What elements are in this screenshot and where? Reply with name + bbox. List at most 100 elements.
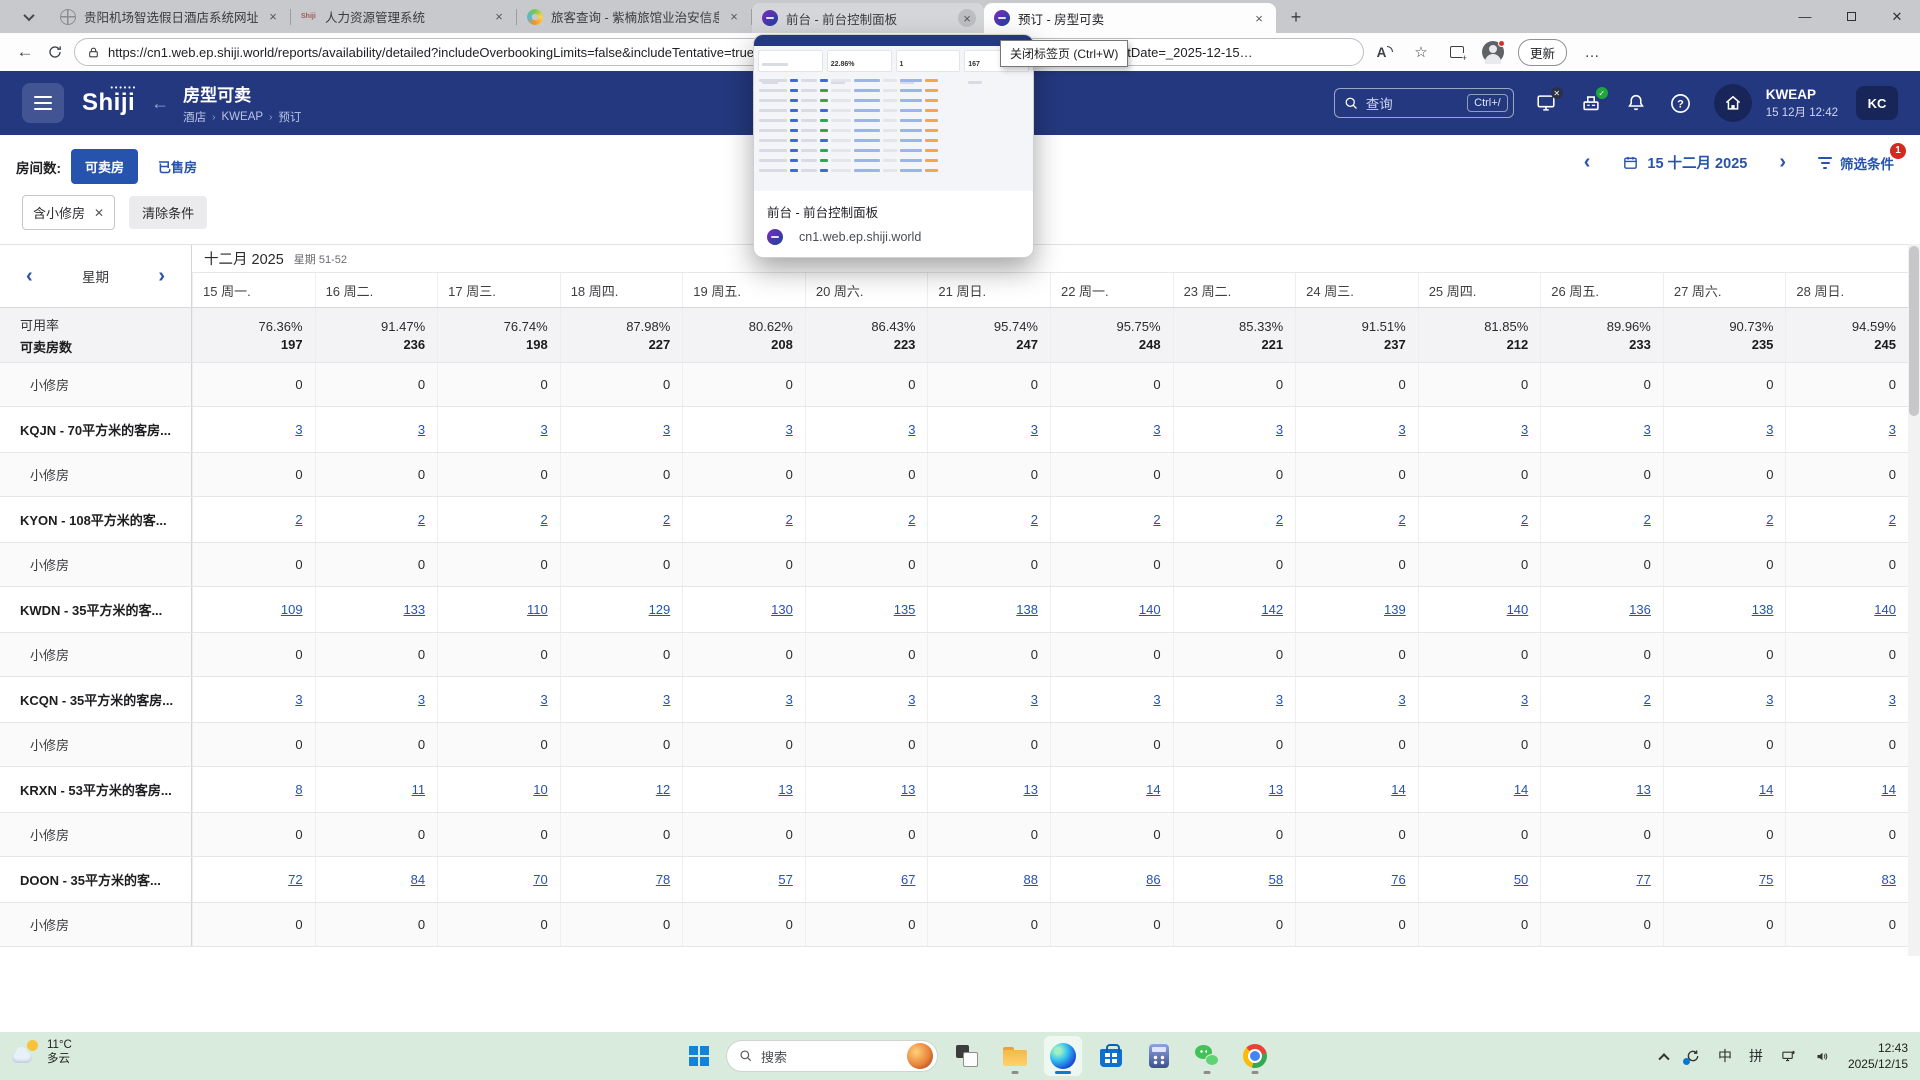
room-availability-link[interactable]: 135 [894, 602, 916, 617]
file-explorer-button[interactable] [996, 1036, 1034, 1076]
breadcrumb-hotel[interactable]: 酒店 [183, 109, 206, 125]
room-availability-link[interactable]: 3 [908, 422, 915, 437]
room-availability-link[interactable]: 13 [1024, 782, 1038, 797]
room-availability-link[interactable]: 140 [1139, 602, 1161, 617]
room-availability-link[interactable]: 13 [778, 782, 792, 797]
room-availability-link[interactable]: 57 [778, 872, 792, 887]
close-window-button[interactable]: ✕ [1874, 0, 1920, 33]
room-availability-link[interactable]: 13 [1269, 782, 1283, 797]
room-availability-link[interactable]: 14 [1882, 782, 1896, 797]
tab-close-icon[interactable]: × [490, 8, 508, 26]
room-availability-link[interactable]: 3 [295, 422, 302, 437]
room-availability-link[interactable]: 2 [908, 512, 915, 527]
room-availability-link[interactable]: 11 [412, 782, 426, 797]
room-availability-link[interactable]: 3 [1398, 422, 1405, 437]
room-availability-link[interactable]: 3 [1889, 422, 1896, 437]
room-availability-link[interactable]: 3 [1031, 422, 1038, 437]
room-availability-link[interactable]: 3 [1153, 692, 1160, 707]
new-tab-button[interactable]: + [1282, 3, 1310, 31]
room-availability-link[interactable]: 2 [540, 512, 547, 527]
room-availability-link[interactable]: 140 [1507, 602, 1529, 617]
room-availability-link[interactable]: 3 [418, 422, 425, 437]
sync-status-icon[interactable] [1685, 1048, 1701, 1064]
room-availability-link[interactable]: 3 [1276, 422, 1283, 437]
room-availability-link[interactable]: 2 [1766, 512, 1773, 527]
room-availability-link[interactable]: 109 [281, 602, 303, 617]
maximize-button[interactable] [1828, 0, 1874, 33]
room-availability-link[interactable]: 2 [1644, 692, 1651, 707]
room-availability-link[interactable]: 58 [1269, 872, 1283, 887]
room-availability-link[interactable]: 3 [1766, 692, 1773, 707]
room-availability-link[interactable]: 88 [1024, 872, 1038, 887]
sold-rooms-toggle[interactable]: 已售房 [158, 157, 197, 176]
more-menu-icon[interactable]: … [1581, 41, 1603, 63]
network-icon[interactable] [1780, 1049, 1797, 1064]
browser-update-button[interactable]: 更新 [1518, 39, 1567, 66]
room-availability-link[interactable]: 8 [295, 782, 302, 797]
weather-widget[interactable]: 11°C 多云 [12, 1038, 72, 1067]
room-availability-link[interactable]: 3 [1031, 692, 1038, 707]
room-availability-link[interactable]: 3 [540, 692, 547, 707]
refresh-button[interactable] [40, 37, 70, 67]
room-availability-link[interactable]: 2 [786, 512, 793, 527]
room-availability-link[interactable]: 3 [663, 692, 670, 707]
room-availability-link[interactable]: 110 [527, 602, 548, 617]
room-availability-link[interactable]: 140 [1874, 602, 1896, 617]
room-availability-link[interactable]: 3 [295, 692, 302, 707]
favorite-star-icon[interactable]: ☆ [1410, 41, 1432, 63]
search-highlight-doodle[interactable] [907, 1043, 933, 1069]
room-availability-link[interactable]: 2 [1889, 512, 1896, 527]
user-avatar[interactable]: KC [1856, 86, 1898, 120]
clear-filters-button[interactable]: 清除条件 [129, 196, 207, 229]
remove-chip-icon[interactable]: ✕ [94, 206, 104, 220]
room-availability-link[interactable]: 86 [1146, 872, 1160, 887]
browser-tab[interactable]: Shiji人力资源管理系统× [291, 0, 516, 33]
room-availability-link[interactable]: 76 [1391, 872, 1405, 887]
room-availability-link[interactable]: 138 [1752, 602, 1774, 617]
ime-language-indicator[interactable]: 中 [1718, 1046, 1732, 1066]
room-availability-link[interactable]: 2 [663, 512, 670, 527]
minimize-button[interactable]: — [1782, 0, 1828, 33]
room-availability-link[interactable]: 3 [1276, 692, 1283, 707]
home-button[interactable] [1714, 84, 1752, 122]
vertical-scrollbar[interactable] [1908, 244, 1920, 956]
previous-day-button[interactable]: ‹ [1578, 151, 1597, 174]
room-availability-link[interactable]: 136 [1629, 602, 1651, 617]
room-availability-link[interactable]: 14 [1391, 782, 1405, 797]
task-view-button[interactable] [948, 1036, 986, 1076]
edge-browser-button[interactable] [1044, 1036, 1082, 1076]
room-availability-link[interactable]: 133 [403, 602, 425, 617]
room-availability-link[interactable]: 78 [656, 872, 670, 887]
microsoft-store-button[interactable] [1092, 1036, 1130, 1076]
back-button[interactable]: ← [10, 37, 40, 67]
room-availability-link[interactable]: 3 [418, 692, 425, 707]
back-navigation-icon[interactable]: ← [151, 93, 169, 114]
room-availability-link[interactable]: 3 [1153, 422, 1160, 437]
room-availability-link[interactable]: 3 [908, 692, 915, 707]
tab-close-icon[interactable]: × [958, 9, 976, 27]
room-availability-link[interactable]: 3 [786, 422, 793, 437]
room-availability-link[interactable]: 3 [540, 422, 547, 437]
tab-close-icon[interactable]: × [725, 8, 743, 26]
room-availability-link[interactable]: 83 [1882, 872, 1896, 887]
read-aloud-icon[interactable]: A [1374, 41, 1396, 63]
room-availability-link[interactable]: 129 [649, 602, 671, 617]
filter-conditions-button[interactable]: 筛选条件 1 [1818, 153, 1894, 173]
room-availability-link[interactable]: 3 [786, 692, 793, 707]
room-availability-link[interactable]: 138 [1016, 602, 1038, 617]
notifications-button[interactable] [1624, 91, 1648, 115]
room-availability-link[interactable]: 67 [901, 872, 915, 887]
room-availability-link[interactable]: 3 [1766, 422, 1773, 437]
room-availability-link[interactable]: 2 [1521, 512, 1528, 527]
browser-tab[interactable]: 贵阳机场智选假日酒店系统网址导× [50, 0, 290, 33]
browser-tab[interactable]: 预订 - 房型可卖× [984, 3, 1276, 33]
room-availability-link[interactable]: 13 [901, 782, 915, 797]
tab-close-icon[interactable]: × [1250, 9, 1268, 27]
room-availability-link[interactable]: 12 [656, 782, 670, 797]
room-availability-link[interactable]: 3 [1398, 692, 1405, 707]
next-day-button[interactable]: › [1773, 151, 1792, 174]
room-availability-link[interactable]: 75 [1759, 872, 1773, 887]
room-availability-link[interactable]: 77 [1636, 872, 1650, 887]
room-availability-link[interactable]: 2 [1276, 512, 1283, 527]
minor-repair-filter-chip[interactable]: 含小修房✕ [22, 195, 115, 230]
